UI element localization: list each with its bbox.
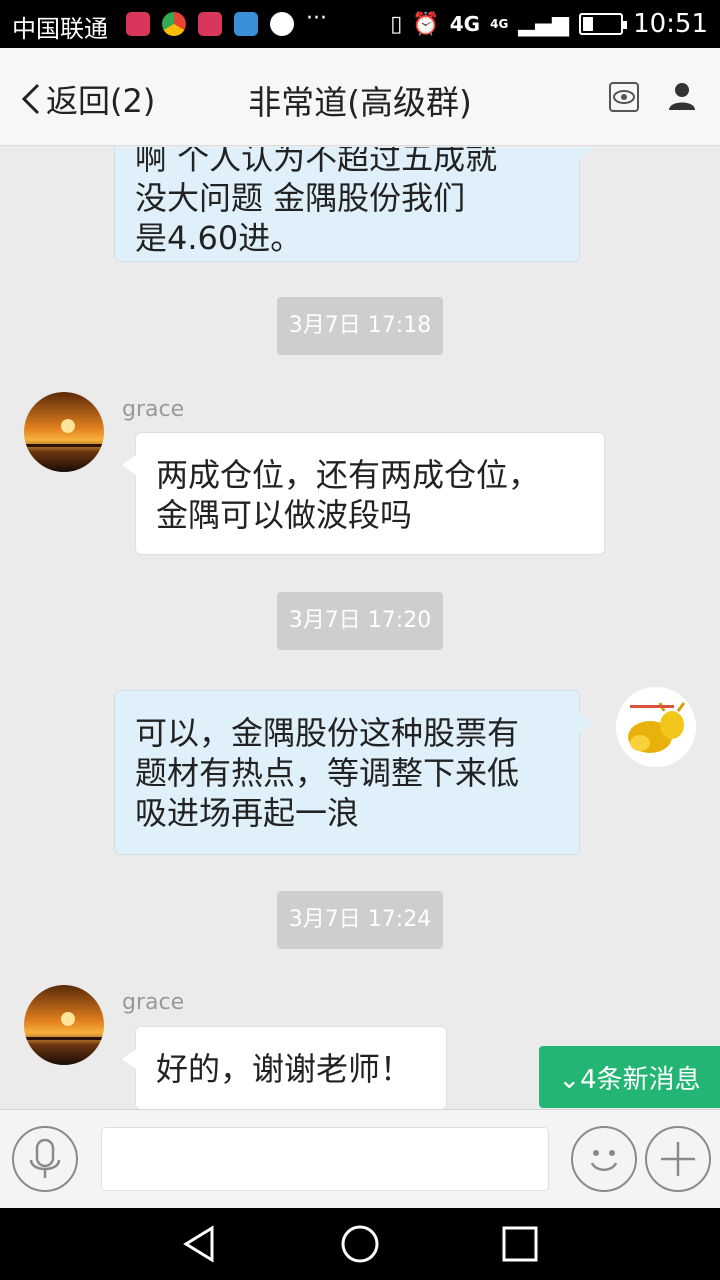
avatar-self[interactable]: [616, 687, 696, 767]
alarm-icon: ⏰: [412, 11, 440, 37]
person-icon[interactable]: [666, 80, 698, 112]
message-line: 是4.60进。: [135, 219, 303, 257]
home-circle-icon[interactable]: [340, 1224, 380, 1264]
add-button[interactable]: [645, 1126, 711, 1192]
more-notifications-icon: ···: [306, 6, 327, 31]
incoming-message-bubble[interactable]: 两成仓位，还有两成仓位， 金隅可以做波段吗: [122, 432, 605, 555]
qq-app-icon: [270, 12, 294, 36]
message-line: 两成仓位，还有两成仓位，: [156, 456, 541, 494]
sunset-avatar-image: [24, 985, 104, 1065]
gallery-app-icon: [234, 12, 258, 36]
status-bar: 中国联通 ··· ▯ ⏰ 4G 4G ▂▄▆ 10:51: [0, 0, 720, 48]
message-line: 吸进场再起一浪: [135, 794, 360, 832]
sunset-avatar-image: [24, 392, 104, 472]
avatar-grace[interactable]: [24, 985, 104, 1065]
timestamp: 3月7日 17:24: [277, 891, 443, 949]
message-input[interactable]: [101, 1127, 549, 1191]
chrome-app-icon: [162, 12, 186, 36]
battery-icon: [579, 13, 628, 35]
eye-icon[interactable]: [608, 81, 640, 113]
signal-icon: ▂▄▆: [518, 11, 570, 37]
new-messages-badge[interactable]: ⌄4条新消息: [539, 1046, 720, 1108]
clock: 10:51: [633, 9, 708, 39]
timestamp: 3月7日 17:20: [277, 592, 443, 650]
message-line: 啊 个人认为不超过五成就: [135, 147, 498, 177]
message-line: 金隅可以做波段吗: [156, 496, 413, 534]
calculator-app-icon: [198, 12, 222, 36]
input-bar: [0, 1109, 720, 1208]
sender-name: grace: [122, 990, 185, 1015]
recents-square-icon[interactable]: [500, 1224, 540, 1264]
outgoing-message-bubble[interactable]: 啊 个人认为不超过五成就 没大问题 金隅股份我们 是4.60进。: [114, 147, 593, 262]
system-navigation-bar: [0, 1208, 720, 1280]
network-type: 4G: [449, 12, 481, 36]
avatar-grace[interactable]: [24, 392, 104, 472]
sender-name: grace: [122, 397, 185, 422]
status-right: ▯ ⏰ 4G 4G ▂▄▆ 10:51: [390, 9, 708, 39]
emoji-button[interactable]: [571, 1126, 637, 1192]
plus-icon: [661, 1142, 695, 1176]
voice-button[interactable]: [12, 1126, 78, 1192]
timestamp: 3月7日 17:18: [277, 297, 443, 355]
message-line: 好的，谢谢老师！: [156, 1050, 413, 1088]
carrier-name: 中国联通: [12, 15, 108, 43]
back-triangle-icon[interactable]: [180, 1224, 220, 1264]
network-type-secondary: 4G: [490, 17, 509, 31]
chat-header: 返回(2) 非常道(高级群): [0, 48, 720, 146]
message-line: 没大问题 金隅股份我们: [135, 179, 466, 217]
message-line: 题材有热点，等调整下来低: [135, 754, 520, 792]
music-app-icon: [126, 12, 150, 36]
vibrate-icon: ▯: [390, 11, 403, 37]
chat-messages[interactable]: 啊 个人认为不超过五成就 没大问题 金隅股份我们 是4.60进。 3月7日 17…: [0, 147, 720, 1109]
microphone-icon: [29, 1138, 61, 1178]
golden-ox-avatar-image: [616, 687, 696, 767]
outgoing-message-bubble[interactable]: 可以，金隅股份这种股票有 题材有热点，等调整下来低 吸进场再起一浪: [114, 690, 593, 855]
incoming-message-bubble[interactable]: 好的，谢谢老师！: [122, 1026, 447, 1109]
emoji-icon: [590, 1150, 618, 1171]
message-line: 可以，金隅股份这种股票有: [135, 714, 520, 752]
